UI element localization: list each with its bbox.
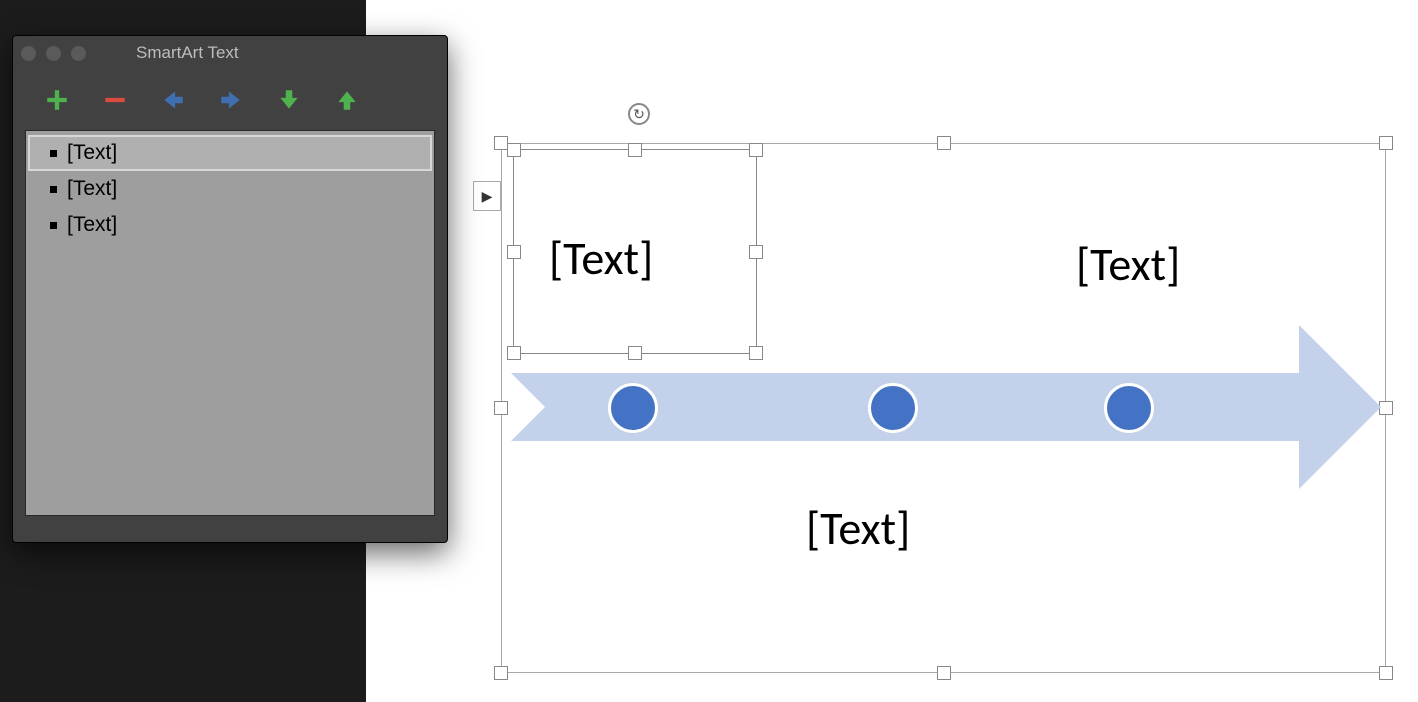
close-window-icon[interactable] xyxy=(21,46,36,61)
timeline-dot-2[interactable] xyxy=(868,383,918,433)
rotate-handle-icon[interactable] xyxy=(628,103,650,125)
list-item[interactable]: [Text] xyxy=(28,207,432,243)
arrow-head-icon xyxy=(1299,325,1381,489)
panel-toolbar xyxy=(13,70,447,130)
minus-icon xyxy=(102,87,128,113)
inner-resize-n[interactable] xyxy=(628,143,642,157)
inner-resize-s[interactable] xyxy=(628,346,642,360)
chevron-right-icon: ▶ xyxy=(482,188,493,205)
remove-bullet-button[interactable] xyxy=(101,86,129,114)
list-item-label: [Text] xyxy=(67,141,117,165)
bullet-icon xyxy=(50,186,57,193)
arrow-right-icon xyxy=(218,87,244,113)
list-item-label: [Text] xyxy=(67,213,117,237)
add-bullet-button[interactable] xyxy=(43,86,71,114)
inner-resize-ne[interactable] xyxy=(749,143,763,157)
promote-button[interactable] xyxy=(217,86,245,114)
resize-handle-e[interactable] xyxy=(1379,401,1393,415)
plus-icon xyxy=(44,87,70,113)
demote-button[interactable] xyxy=(159,86,187,114)
list-item[interactable]: [Text] xyxy=(28,171,432,207)
inner-resize-e[interactable] xyxy=(749,245,763,259)
resize-handle-s[interactable] xyxy=(937,666,951,680)
window-controls xyxy=(21,46,86,61)
resize-handle-w[interactable] xyxy=(494,401,508,415)
expand-text-pane-button[interactable]: ▶ xyxy=(473,181,501,211)
arrow-notch xyxy=(511,373,545,441)
list-item[interactable]: [Text] xyxy=(28,135,432,171)
move-down-button[interactable] xyxy=(275,86,303,114)
arrow-down-icon xyxy=(276,87,302,113)
resize-handle-n[interactable] xyxy=(937,136,951,150)
resize-handle-se[interactable] xyxy=(1379,666,1393,680)
panel-title: SmartArt Text xyxy=(136,43,239,63)
panel-titlebar[interactable]: SmartArt Text xyxy=(13,36,447,70)
resize-handle-sw[interactable] xyxy=(494,666,508,680)
resize-handle-nw[interactable] xyxy=(494,136,508,150)
timeline-label-3[interactable]: [Text] xyxy=(1076,237,1180,293)
bullet-list[interactable]: [Text] [Text] [Text] xyxy=(25,130,435,516)
inner-resize-sw[interactable] xyxy=(507,346,521,360)
zoom-window-icon[interactable] xyxy=(71,46,86,61)
bullet-icon xyxy=(50,150,57,157)
timeline-dot-1[interactable] xyxy=(608,383,658,433)
timeline-label-2[interactable]: [Text] xyxy=(806,501,910,557)
timeline-dot-3[interactable] xyxy=(1104,383,1154,433)
inner-resize-nw[interactable] xyxy=(507,143,521,157)
arrow-up-icon xyxy=(334,87,360,113)
bullet-icon xyxy=(50,222,57,229)
inner-resize-se[interactable] xyxy=(749,346,763,360)
inner-resize-w[interactable] xyxy=(507,245,521,259)
smartart-graphic[interactable]: ▶ [Text] [Text] [Text] xyxy=(501,143,1386,673)
list-item-label: [Text] xyxy=(67,177,117,201)
arrow-left-icon xyxy=(160,87,186,113)
selected-text-shape[interactable] xyxy=(513,149,757,354)
move-up-button[interactable] xyxy=(333,86,361,114)
smartart-text-panel[interactable]: SmartArt Text [Text] [Text] xyxy=(12,35,448,543)
resize-handle-ne[interactable] xyxy=(1379,136,1393,150)
minimize-window-icon[interactable] xyxy=(46,46,61,61)
